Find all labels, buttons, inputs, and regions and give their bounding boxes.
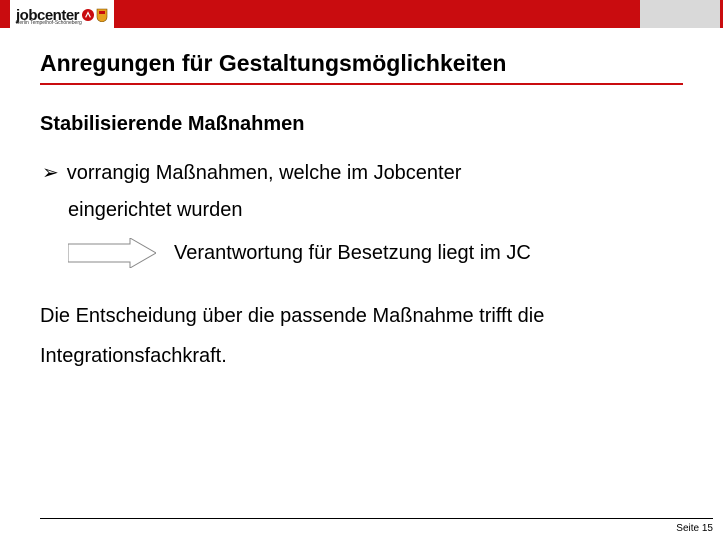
- header-bar: jobcenter Berlin Tempelhof-Schöneberg: [0, 0, 723, 28]
- district-shield-icon: [96, 8, 108, 22]
- logo-icons: [82, 8, 108, 22]
- bullet-text-line1: vorrangig Maßnahmen, welche im Jobcenter: [67, 154, 462, 192]
- footer-rule: [40, 518, 713, 519]
- page-number: Seite 15: [40, 523, 713, 534]
- right-arrow-icon: [68, 238, 156, 268]
- bullet-text-line2: eingerichtet wurden: [68, 192, 683, 228]
- arrow-label: Verantwortung für Besetzung liegt im JC: [174, 242, 531, 265]
- title-underline: [40, 83, 683, 85]
- footer: Seite 15: [40, 518, 713, 534]
- page-title: Anregungen für Gestaltungsmöglichkeiten: [40, 50, 683, 83]
- slide-content: Anregungen für Gestaltungsmöglichkeiten …: [0, 28, 723, 376]
- agency-icon: [82, 9, 94, 21]
- bullet-marker-icon: ➢: [42, 154, 59, 192]
- conclusion-text: Die Entscheidung über die passende Maßna…: [40, 296, 683, 376]
- arrow-callout: Verantwortung für Besetzung liegt im JC: [40, 238, 683, 268]
- header-grey-block: [640, 0, 720, 28]
- logo-subtext: Berlin Tempelhof-Schöneberg: [16, 20, 82, 26]
- bullet-item: ➢ vorrangig Maßnahmen, welche im Jobcent…: [40, 154, 683, 192]
- section-subtitle: Stabilisierende Maßnahmen: [40, 113, 683, 136]
